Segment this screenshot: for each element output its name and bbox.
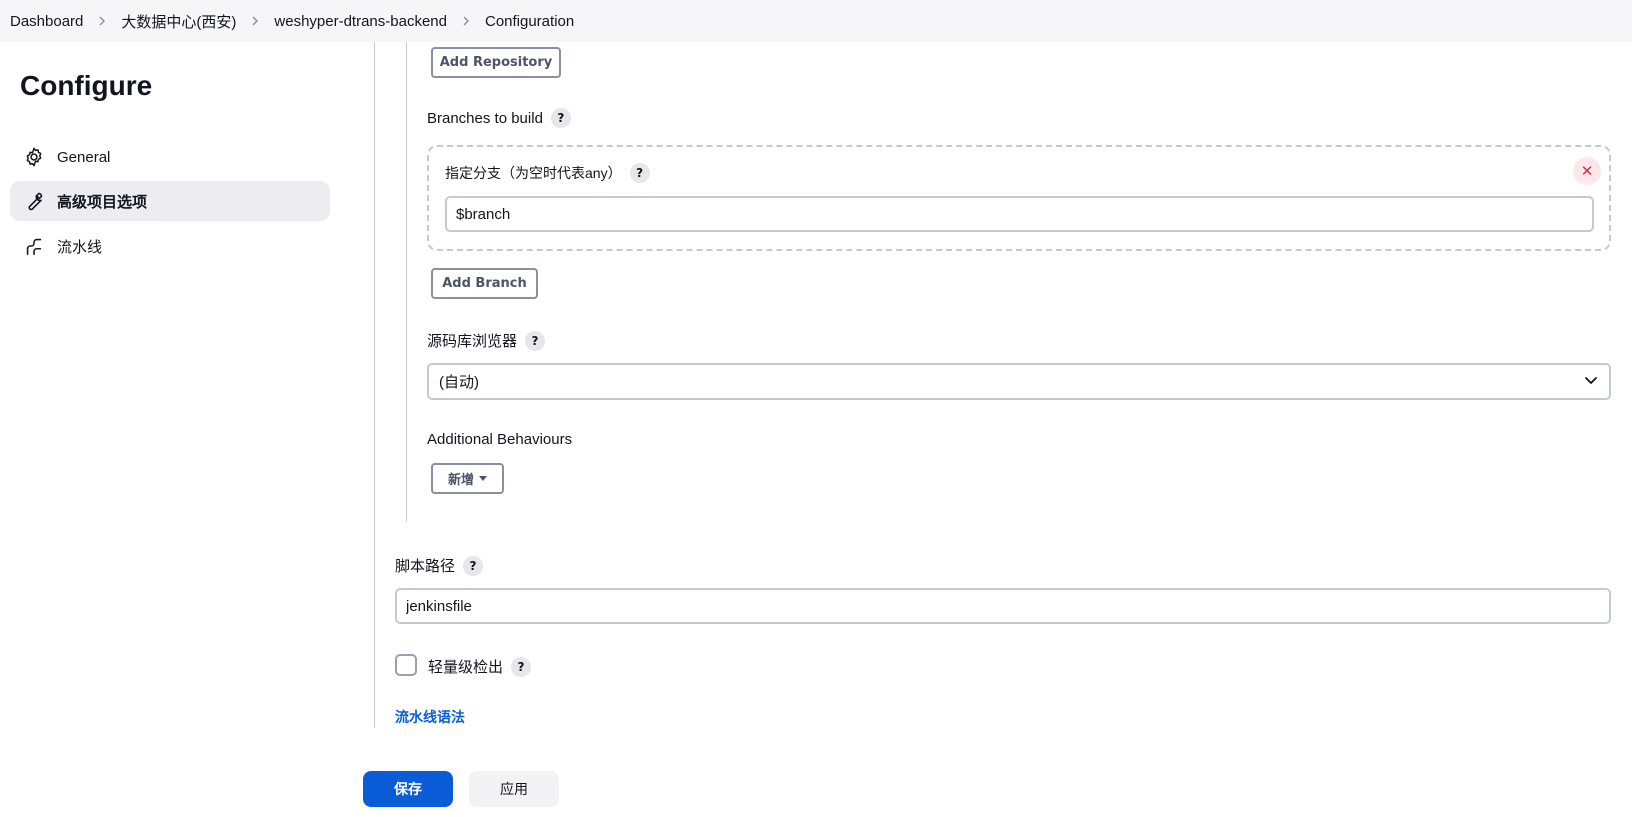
- section-border: [374, 42, 375, 728]
- help-icon[interactable]: ?: [629, 163, 650, 183]
- script-path-label: 脚本路径 ?: [395, 555, 484, 576]
- help-icon[interactable]: ?: [463, 555, 484, 576]
- chevron-right-icon: [97, 16, 107, 26]
- breadcrumb-folder[interactable]: 大数据中心(西安): [121, 11, 236, 32]
- chevron-down-icon: [1583, 372, 1599, 392]
- help-icon[interactable]: ?: [525, 330, 546, 351]
- pipeline-syntax-link[interactable]: 流水线语法: [395, 707, 465, 727]
- add-repository-button[interactable]: Add Repository: [431, 47, 561, 78]
- sidebar-item-label: 高级项目选项: [57, 193, 148, 211]
- breadcrumb-job[interactable]: weshyper-dtrans-backend: [274, 13, 447, 30]
- script-path-input[interactable]: [395, 588, 1611, 624]
- add-behaviour-dropdown-button[interactable]: 新增: [431, 463, 504, 494]
- chevron-right-icon: [250, 16, 260, 26]
- repo-browser-label: 源码库浏览器 ?: [427, 330, 546, 351]
- sidebar-item-label: General: [57, 148, 111, 166]
- help-icon[interactable]: ?: [550, 108, 571, 128]
- nested-section-border: [406, 42, 407, 522]
- chevron-right-icon: [461, 16, 471, 26]
- repo-browser-select[interactable]: (自动): [427, 363, 1611, 400]
- sidebar-item-label: 流水线: [57, 238, 103, 256]
- page-title: Configure: [20, 70, 153, 101]
- additional-behaviours-label: Additional Behaviours: [427, 431, 573, 448]
- add-branch-button[interactable]: Add Branch: [431, 268, 538, 299]
- branch-specifier-input[interactable]: [445, 196, 1594, 232]
- sidebar-item-advanced[interactable]: 高级项目选项: [10, 181, 330, 221]
- help-icon[interactable]: ?: [511, 656, 532, 677]
- lightweight-checkout-checkbox[interactable]: [395, 654, 417, 676]
- breadcrumb: Dashboard 大数据中心(西安) weshyper-dtrans-back…: [0, 0, 1632, 42]
- caret-down-icon: [479, 476, 487, 481]
- branches-to-build-label: Branches to build ?: [427, 108, 571, 128]
- apply-button[interactable]: 应用: [469, 771, 559, 807]
- sidebar-item-pipeline[interactable]: 流水线: [10, 226, 330, 266]
- repo-browser-selected: (自动): [439, 374, 479, 391]
- lightweight-checkout-label: 轻量级检出 ?: [428, 656, 532, 677]
- wrench-icon: [23, 190, 45, 212]
- save-button[interactable]: 保存: [363, 771, 453, 807]
- sidebar-item-general[interactable]: General: [10, 137, 330, 177]
- breadcrumb-dashboard[interactable]: Dashboard: [10, 13, 83, 30]
- pipeline-icon: [23, 235, 45, 257]
- breadcrumb-configuration[interactable]: Configuration: [485, 13, 574, 30]
- gear-icon: [23, 146, 45, 168]
- branch-specifier-label: 指定分支（为空时代表any） ?: [445, 163, 650, 183]
- close-icon[interactable]: ✕: [1573, 157, 1601, 185]
